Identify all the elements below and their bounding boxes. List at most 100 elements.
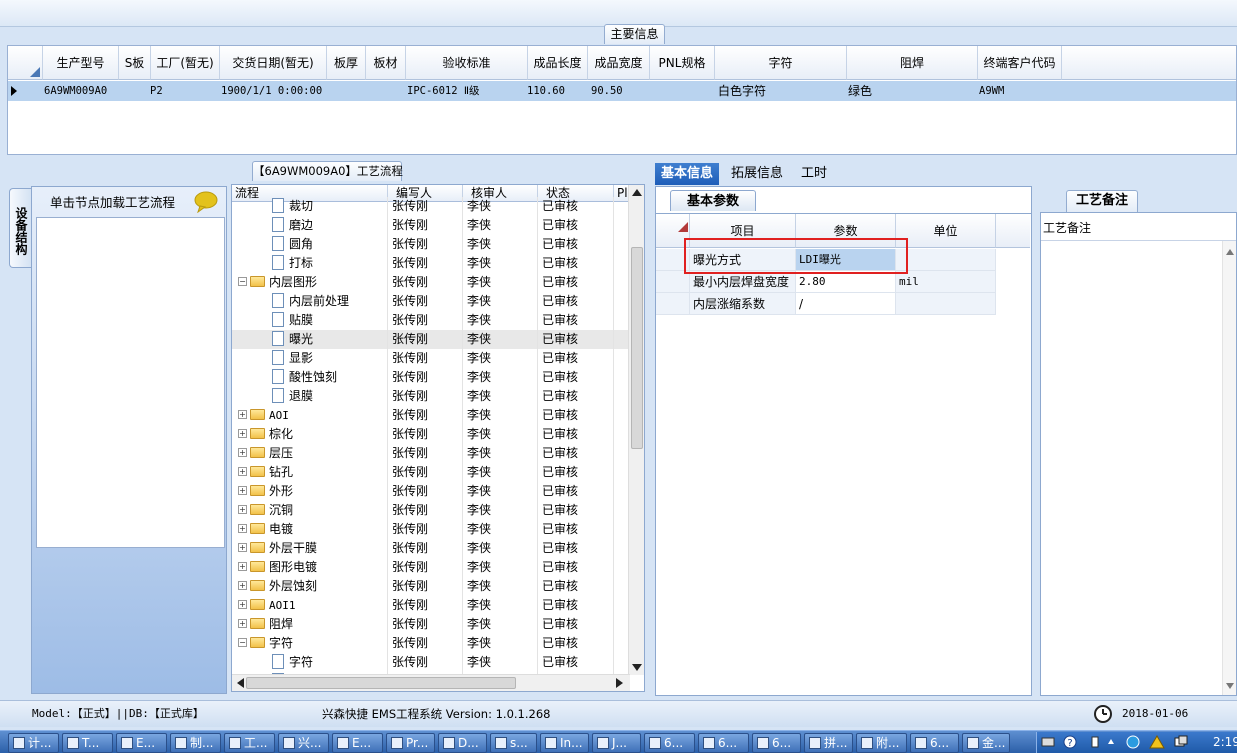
tree-cell-status[interactable]: 已审核 bbox=[538, 653, 614, 672]
tree-row[interactable]: 磨边 张传刚 李侠 已审核 bbox=[232, 216, 630, 235]
tree-row[interactable]: 酸性蚀刻 张传刚 李侠 已审核 bbox=[232, 368, 630, 387]
taskbar-button[interactable]: 兴... bbox=[278, 733, 329, 753]
tree-row[interactable]: 退膜 张传刚 李侠 已审核 bbox=[232, 387, 630, 406]
expand-icon[interactable]: + bbox=[238, 524, 247, 533]
scroll-up-icon[interactable] bbox=[630, 186, 644, 200]
scroll-left-icon[interactable] bbox=[234, 676, 246, 690]
tree-cell-writer[interactable]: 张传刚 bbox=[388, 330, 463, 349]
expand-icon[interactable]: + bbox=[238, 467, 247, 476]
col-header-model[interactable]: 生产型号 bbox=[43, 46, 119, 80]
tree-cell-writer[interactable]: 张传刚 bbox=[388, 482, 463, 501]
tree-cell-flow[interactable]: 字符 bbox=[232, 653, 388, 672]
tree-cell-writer[interactable]: 张传刚 bbox=[388, 520, 463, 539]
tree-cell-flow[interactable]: 退膜 bbox=[232, 387, 388, 406]
cell-width[interactable]: 90.50 bbox=[588, 81, 650, 101]
tab-extended-info[interactable]: 拓展信息 bbox=[725, 163, 789, 185]
tree-cell-flow[interactable]: − 内层图形 bbox=[232, 273, 388, 292]
expand-icon[interactable]: + bbox=[238, 581, 247, 590]
tree-cell-reviewer[interactable]: 李侠 bbox=[463, 273, 538, 292]
network-icon[interactable] bbox=[1173, 735, 1189, 749]
tree-row[interactable]: − 内层图形 张传刚 李侠 已审核 bbox=[232, 273, 630, 292]
tree-cell-writer[interactable]: 张传刚 bbox=[388, 292, 463, 311]
tree-cell-status[interactable]: 已审核 bbox=[538, 292, 614, 311]
tree-cell-reviewer[interactable]: 李侠 bbox=[463, 634, 538, 653]
tree-cell-reviewer[interactable]: 李侠 bbox=[463, 292, 538, 311]
tree-cell-writer[interactable]: 张传刚 bbox=[388, 425, 463, 444]
collapse-icon[interactable]: − bbox=[238, 638, 247, 647]
tree-cell-reviewer[interactable]: 李侠 bbox=[463, 387, 538, 406]
taskbar-button[interactable]: 附... bbox=[856, 733, 907, 753]
tree-cell-status[interactable]: 已审核 bbox=[538, 558, 614, 577]
tree-cell-flow[interactable]: + AOI1 bbox=[232, 596, 388, 615]
tree-row[interactable]: + 阻焊 张传刚 李侠 已审核 bbox=[232, 615, 630, 634]
tree-cell-reviewer[interactable]: 李侠 bbox=[463, 254, 538, 273]
side-tab-equipment[interactable]: 设备结构 bbox=[9, 188, 31, 268]
tree-cell-reviewer[interactable]: 李侠 bbox=[463, 463, 538, 482]
cell-legend[interactable]: 白色字符 bbox=[715, 81, 847, 101]
tree-row[interactable]: + 棕化 张传刚 李侠 已审核 bbox=[232, 425, 630, 444]
expand-icon[interactable]: + bbox=[238, 619, 247, 628]
tree-cell-status[interactable]: 已审核 bbox=[538, 482, 614, 501]
tree-cell-status[interactable]: 已审核 bbox=[538, 463, 614, 482]
collapse-icon[interactable]: − bbox=[238, 277, 247, 286]
grid-corner[interactable] bbox=[8, 46, 43, 80]
tree-cell-flow[interactable]: 酸性蚀刻 bbox=[232, 368, 388, 387]
tree-cell-writer[interactable]: 张传刚 bbox=[388, 463, 463, 482]
tree-row[interactable]: 字符 张传刚 李侠 已审核 bbox=[232, 653, 630, 672]
param-value[interactable]: 2.80 bbox=[796, 271, 896, 293]
taskbar-button[interactable]: In... bbox=[540, 733, 589, 753]
cell-customer[interactable]: A9WM bbox=[976, 81, 1062, 101]
cell-length[interactable]: 110.60 bbox=[524, 81, 588, 101]
tree-row[interactable]: + 外形 张传刚 李侠 已审核 bbox=[232, 482, 630, 501]
tree-cell-flow[interactable]: + 钻孔 bbox=[232, 463, 388, 482]
tree-cell-writer[interactable]: 张传刚 bbox=[388, 596, 463, 615]
tree-cell-status[interactable]: 已审核 bbox=[538, 501, 614, 520]
tree-cell-writer[interactable]: 张传刚 bbox=[388, 349, 463, 368]
pen-icon[interactable] bbox=[1089, 735, 1103, 749]
tree-cell-flow[interactable]: 显影 bbox=[232, 349, 388, 368]
cell-factory[interactable]: P2 bbox=[147, 81, 216, 101]
tree-row[interactable]: − 字符 张传刚 李侠 已审核 bbox=[232, 634, 630, 653]
tree-row[interactable]: + 沉铜 张传刚 李侠 已审核 bbox=[232, 501, 630, 520]
tree-cell-flow[interactable]: + 外层蚀刻 bbox=[232, 577, 388, 596]
tree-cell-writer[interactable]: 张传刚 bbox=[388, 387, 463, 406]
taskbar-button[interactable]: T... bbox=[62, 733, 113, 753]
tree-row[interactable]: + 层压 张传刚 李侠 已审核 bbox=[232, 444, 630, 463]
tree-cell-flow[interactable]: + 层压 bbox=[232, 444, 388, 463]
speech-bubble-icon[interactable] bbox=[194, 191, 220, 213]
cell-model[interactable]: 6A9WM009A0 bbox=[41, 81, 119, 101]
cell-delivery[interactable]: 1900/1/1 0:00:00 bbox=[218, 81, 327, 101]
col-header-length[interactable]: 成品长度 bbox=[528, 46, 588, 80]
hscroll-thumb[interactable] bbox=[246, 677, 516, 689]
tree-row[interactable]: + 外层干膜 张传刚 李侠 已审核 bbox=[232, 539, 630, 558]
col-header-thickness[interactable]: 板厚 bbox=[327, 46, 366, 80]
tree-cell-flow[interactable]: 裁切 bbox=[232, 197, 388, 216]
tree-cell-status[interactable]: 已审核 bbox=[538, 273, 614, 292]
taskbar-button[interactable]: s... bbox=[490, 733, 537, 753]
param-value[interactable]: / bbox=[796, 293, 896, 315]
tree-row[interactable]: 贴膜 张传刚 李侠 已审核 bbox=[232, 311, 630, 330]
keyboard-icon[interactable] bbox=[1041, 736, 1055, 748]
scroll-down-icon[interactable] bbox=[1224, 681, 1236, 691]
tree-cell-flow[interactable]: 磨边 bbox=[232, 216, 388, 235]
tree-cell-flow[interactable]: 圆角 bbox=[232, 235, 388, 254]
tree-cell-writer[interactable]: 张传刚 bbox=[388, 577, 463, 596]
col-header-legend[interactable]: 字符 bbox=[715, 46, 847, 80]
tree-cell-reviewer[interactable]: 李侠 bbox=[463, 406, 538, 425]
cell-standard[interactable]: IPC-6012 Ⅱ级 bbox=[404, 81, 528, 101]
tree-cell-writer[interactable]: 张传刚 bbox=[388, 406, 463, 425]
tree-cell-status[interactable]: 已审核 bbox=[538, 254, 614, 273]
taskbar-button[interactable]: E... bbox=[116, 733, 167, 753]
scroll-up-icon[interactable] bbox=[1224, 247, 1236, 257]
tree-cell-writer[interactable]: 张传刚 bbox=[388, 558, 463, 577]
tree-cell-reviewer[interactable]: 李侠 bbox=[463, 501, 538, 520]
tree-cell-writer[interactable]: 张传刚 bbox=[388, 235, 463, 254]
tree-cell-reviewer[interactable]: 李侠 bbox=[463, 368, 538, 387]
tree-cell-reviewer[interactable]: 李侠 bbox=[463, 425, 538, 444]
taskbar-button[interactable]: 工... bbox=[224, 733, 275, 753]
tree-cell-status[interactable]: 已审核 bbox=[538, 577, 614, 596]
tree-cell-status[interactable]: 已审核 bbox=[538, 330, 614, 349]
tree-cell-writer[interactable]: 张传刚 bbox=[388, 501, 463, 520]
taskbar-button[interactable]: J... bbox=[592, 733, 641, 753]
tree-cell-flow[interactable]: + 外层干膜 bbox=[232, 539, 388, 558]
